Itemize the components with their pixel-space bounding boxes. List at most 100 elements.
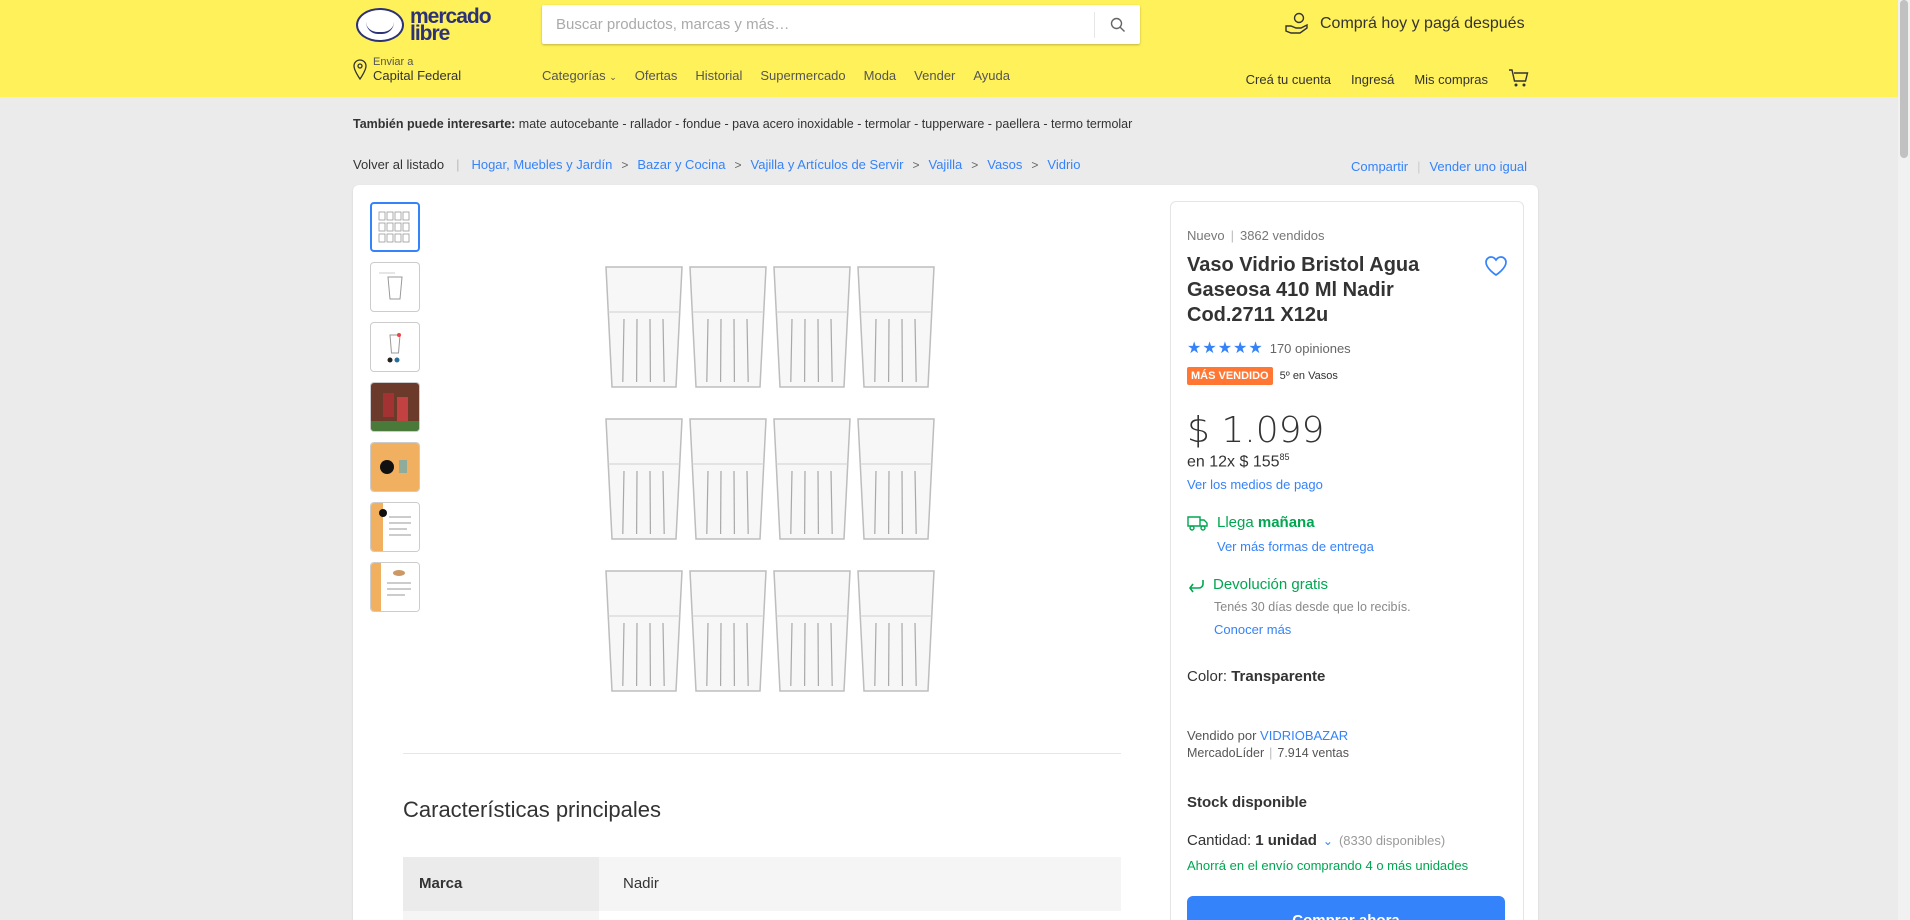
nav-moda[interactable]: Moda	[864, 68, 897, 83]
gallery-thumbnail[interactable]	[370, 322, 420, 372]
nav-supermercado[interactable]: Supermercado	[760, 68, 845, 83]
delivery-address[interactable]: Enviar a Capital Federal	[353, 56, 461, 83]
main-nav: Categorías ⌄ Ofertas Historial Supermerc…	[542, 68, 1028, 83]
breadcrumb-item[interactable]: Vajilla	[929, 157, 963, 172]
my-purchases-link[interactable]: Mis compras	[1414, 72, 1488, 87]
spec-sheet-thumb	[371, 503, 419, 551]
search-input[interactable]	[542, 5, 1094, 44]
gallery-thumbnail[interactable]	[370, 202, 420, 252]
related-searches: También puede interesarte: mate autoceba…	[353, 117, 1132, 131]
gallery-thumbnail[interactable]	[370, 382, 420, 432]
glass-shape	[857, 266, 935, 388]
nav-vender[interactable]: Vender	[914, 68, 955, 83]
product-main-image[interactable]	[601, 257, 941, 697]
condition-sold: Nuevo | 3862 vendidos	[1187, 228, 1325, 243]
quantity-selector[interactable]: Cantidad: 1 unidad ⌄ (8330 disponibles)	[1187, 832, 1445, 849]
share-link[interactable]: Compartir	[1351, 159, 1408, 174]
color-selector: Color: Transparente	[1187, 668, 1326, 685]
gallery-thumbnail[interactable]	[370, 442, 420, 492]
mercadolibre-logo[interactable]: mercado libre	[356, 6, 500, 44]
back-to-listing-link[interactable]: Volver al listado	[353, 157, 444, 172]
return-description: Tenés 30 días desde que lo recibís.	[1214, 600, 1411, 614]
cart-icon	[1509, 69, 1529, 87]
promo-text: Comprá hoy y pagá después	[1320, 15, 1525, 32]
chevron-down-icon: ⌄	[1322, 833, 1333, 848]
share-actions: Compartir | Vender uno igual	[1351, 159, 1527, 174]
seller-reputation: MercadoLíder | 7.914 ventas	[1187, 746, 1349, 760]
best-seller: MÁS VENDIDO 5º en Vasos	[1187, 367, 1338, 385]
glass-shape	[605, 266, 683, 388]
hand-coin-icon	[1285, 12, 1308, 34]
spec-sheet-thumb-2	[371, 563, 419, 611]
breadcrumb-divider: |	[456, 157, 460, 172]
table-row	[403, 911, 1121, 920]
product-price: $ 1.099	[1187, 410, 1325, 451]
features-title: Características principales	[403, 797, 661, 822]
rating[interactable]: ★★★★★ 170 opiniones	[1187, 338, 1351, 358]
available-count: (8330 disponibles)	[1338, 833, 1446, 848]
feature-key: Marca	[403, 857, 599, 911]
delivery-options-link[interactable]: Ver más formas de entrega	[1217, 539, 1374, 554]
gallery-thumbnail[interactable]	[370, 562, 420, 612]
nav-categorias[interactable]: Categorías ⌄	[542, 68, 617, 83]
location-pin-icon	[353, 58, 367, 80]
search-icon	[1110, 17, 1125, 32]
category-rank-link[interactable]: 5º en Vasos	[1280, 370, 1338, 382]
return-title: Devolución gratis	[1213, 576, 1329, 593]
glass-shape	[605, 418, 683, 540]
thumbnail-list	[370, 202, 420, 622]
return-arrow-icon	[1189, 579, 1204, 592]
create-account-link[interactable]: Creá tu cuenta	[1246, 72, 1331, 87]
glass-shape	[857, 570, 935, 692]
star-rating-icon: ★★★★★	[1187, 340, 1264, 357]
product-title: Vaso Vidrio Bristol Agua Gaseosa 410 Ml …	[1187, 254, 1420, 326]
share-divider: |	[1417, 159, 1421, 174]
nav-historial[interactable]: Historial	[695, 68, 742, 83]
breadcrumb-item[interactable]: Vidrio	[1047, 157, 1080, 172]
page-scrollbar[interactable]	[1898, 0, 1910, 920]
chevron-right-icon: >	[621, 157, 629, 172]
glasses-grid-thumb	[378, 211, 410, 243]
seller-name-link[interactable]: VIDRIOBAZAR	[1260, 728, 1348, 743]
shipping-savings-note: Ahorrá en el envío comprando 4 o más uni…	[1187, 858, 1469, 873]
cart-button[interactable]	[1508, 68, 1530, 91]
glass-shape	[689, 418, 767, 540]
section-divider	[403, 753, 1121, 754]
sold-count: 3862 vendidos	[1239, 228, 1325, 243]
ship-to-location: Capital Federal	[373, 68, 462, 83]
breadcrumb-item[interactable]: Bazar y Cocina	[637, 157, 725, 172]
feature-value: Nadir	[599, 857, 1121, 911]
best-seller-badge: MÁS VENDIDO	[1187, 367, 1273, 385]
nav-ofertas[interactable]: Ofertas	[635, 68, 678, 83]
learn-more-link[interactable]: Conocer más	[1214, 622, 1291, 637]
features-table: Marca Nadir	[403, 857, 1121, 920]
handshake-logo-icon	[356, 8, 404, 42]
gallery-thumbnail[interactable]	[370, 502, 420, 552]
shipping-info: Llega mañana	[1187, 514, 1315, 532]
favorite-button[interactable]	[1484, 255, 1508, 282]
glass-dots-thumb	[387, 333, 401, 363]
chevron-right-icon: >	[734, 157, 742, 172]
promo-banner[interactable]: Comprá hoy y pagá después	[1284, 12, 1525, 36]
breadcrumb-item[interactable]: Vajilla y Artículos de Servir	[751, 157, 904, 172]
related-searches-label: También puede interesarte:	[353, 117, 516, 131]
user-links: Creá tu cuenta Ingresá Mis compras	[1226, 68, 1530, 91]
installments: en 12x $ 15585	[1187, 452, 1290, 471]
quantity-value: 1 unidad	[1255, 832, 1317, 849]
gallery-thumbnail[interactable]	[370, 262, 420, 312]
breadcrumb-item[interactable]: Vasos	[987, 157, 1022, 172]
single-glass-thumb	[379, 272, 403, 300]
chevron-down-icon: ⌄	[609, 72, 617, 82]
breadcrumb-item[interactable]: Hogar, Muebles y Jardín	[471, 157, 612, 172]
buy-now-button[interactable]: Comprar ahora	[1187, 896, 1505, 920]
payment-methods-link[interactable]: Ver los medios de pago	[1187, 477, 1323, 492]
search-button[interactable]	[1094, 11, 1140, 38]
seller-info: Vendido por VIDRIOBAZAR	[1187, 728, 1349, 743]
buy-box: Nuevo | 3862 vendidos Vaso Vidrio Bristol …	[1170, 201, 1524, 920]
login-link[interactable]: Ingresá	[1351, 72, 1394, 87]
return-info: Devolución gratis	[1187, 576, 1328, 593]
sell-same-link[interactable]: Vender uno igual	[1429, 159, 1527, 174]
nav-ayuda[interactable]: Ayuda	[973, 68, 1010, 83]
related-searches-items[interactable]: mate autocebante - rallador - fondue - p…	[519, 117, 1133, 131]
scrollbar-thumb[interactable]	[1900, 0, 1908, 158]
